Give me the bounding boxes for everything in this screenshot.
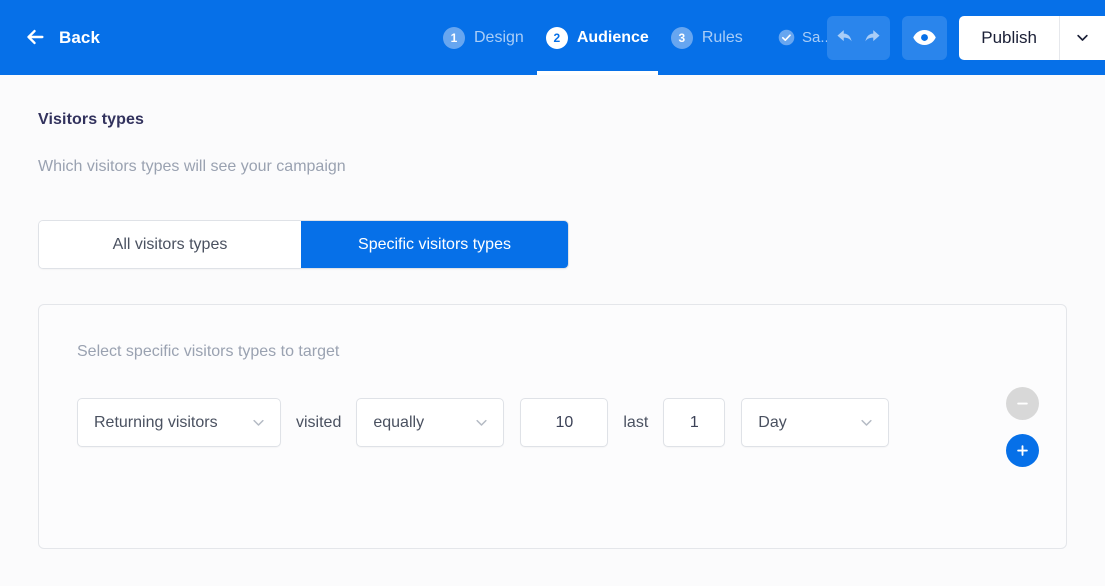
step-nav: 1 Design 2 Audience 3 Rules xyxy=(432,0,754,75)
rule-row: Returning visitors visited equally 10 xyxy=(77,398,1028,447)
main-content: Visitors types Which visitors types will… xyxy=(0,75,1105,549)
step-rules[interactable]: 3 Rules xyxy=(660,0,754,75)
segment-specific-visitors-types[interactable]: Specific visitors types xyxy=(301,221,568,268)
rule-row-actions xyxy=(1006,387,1039,467)
period-value-input[interactable]: 1 xyxy=(663,398,725,447)
conjunction-visited: visited xyxy=(281,414,356,432)
undo-redo-group xyxy=(827,16,890,60)
conjunction-last: last xyxy=(608,414,663,432)
remove-rule-button[interactable] xyxy=(1006,387,1039,420)
app-header: Back 1 Design 2 Audience 3 Rules xyxy=(0,0,1105,75)
eye-icon xyxy=(912,25,937,50)
frequency-value: equally xyxy=(373,414,424,432)
period-unit-select[interactable]: Day xyxy=(741,398,889,447)
visit-count-value: 10 xyxy=(555,414,573,432)
publish-dropdown-toggle[interactable] xyxy=(1059,16,1105,60)
arrow-left-icon xyxy=(24,27,46,48)
page-subtitle: Which visitors types will see your campa… xyxy=(38,158,1067,176)
step-label-design: Design xyxy=(474,29,524,47)
segment-all-visitors-types[interactable]: All visitors types xyxy=(39,221,301,268)
visitor-scope-segmented-control: All visitors types Specific visitors typ… xyxy=(38,220,569,269)
plus-icon xyxy=(1015,443,1030,458)
chevron-down-icon xyxy=(845,415,874,430)
visitor-type-value: Returning visitors xyxy=(94,414,218,432)
header-actions: Publish xyxy=(827,0,1105,75)
step-audience[interactable]: 2 Audience xyxy=(535,0,660,75)
publish-button[interactable]: Publish xyxy=(959,16,1059,60)
frequency-select[interactable]: equally xyxy=(356,398,504,447)
preview-button[interactable] xyxy=(902,16,947,60)
step-badge-1: 1 xyxy=(443,27,465,49)
back-button[interactable]: Back xyxy=(0,0,100,75)
visitor-type-select[interactable]: Returning visitors xyxy=(77,398,281,447)
period-value: 1 xyxy=(690,414,699,432)
step-badge-2: 2 xyxy=(546,27,568,49)
chevron-down-icon xyxy=(460,415,489,430)
specific-visitors-panel: Select specific visitors types to target… xyxy=(38,304,1067,549)
step-label-audience: Audience xyxy=(577,29,649,47)
chevron-down-icon xyxy=(237,415,266,430)
back-label: Back xyxy=(59,28,100,48)
step-label-rules: Rules xyxy=(702,29,743,47)
undo-arrow-icon[interactable] xyxy=(835,27,856,48)
minus-icon xyxy=(1015,396,1030,411)
circle-check-icon xyxy=(778,29,795,46)
redo-arrow-icon[interactable] xyxy=(861,27,882,48)
publish-group: Publish xyxy=(959,16,1105,60)
step-design[interactable]: 1 Design xyxy=(432,0,535,75)
add-rule-button[interactable] xyxy=(1006,434,1039,467)
period-unit-value: Day xyxy=(758,414,786,432)
visit-count-input[interactable]: 10 xyxy=(520,398,608,447)
panel-hint: Select specific visitors types to target xyxy=(77,305,1028,361)
page-title: Visitors types xyxy=(38,111,1067,129)
step-badge-3: 3 xyxy=(671,27,693,49)
chevron-down-icon xyxy=(1075,30,1090,45)
